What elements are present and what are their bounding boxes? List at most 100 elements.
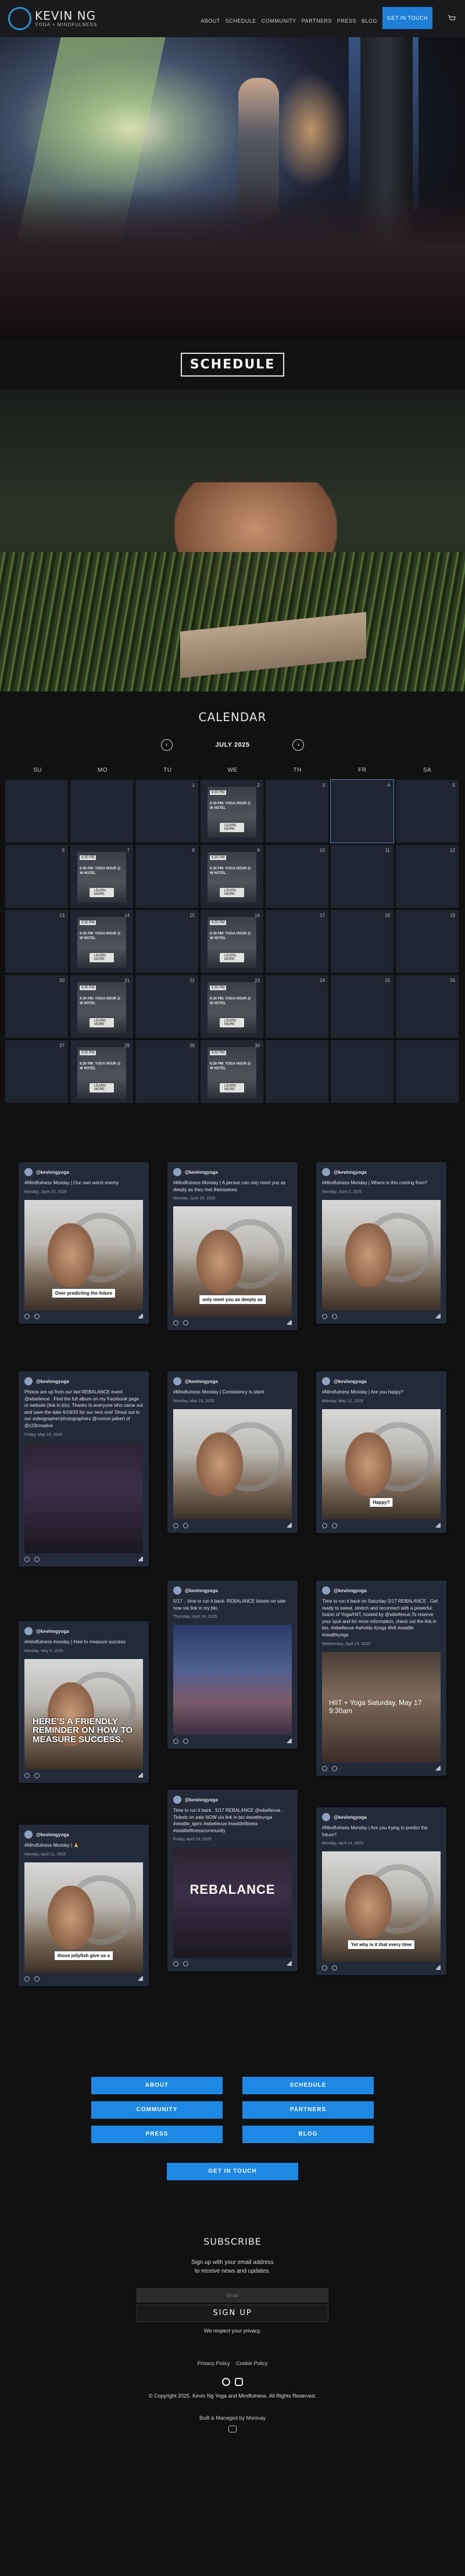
- instagram-post-card[interactable]: @kevinngyoga 5/17 .. time to run it back.…: [167, 1581, 298, 1749]
- instagram-post-card[interactable]: @kevinngyoga #Mindfulness Monday | A pers…: [167, 1162, 298, 1331]
- instagram-post-card[interactable]: @kevinngyoga #Mindfulness Monday | Our ow…: [19, 1162, 149, 1324]
- calendar-day-cell[interactable]: 13: [5, 910, 68, 973]
- like-icon[interactable]: [24, 1556, 30, 1562]
- calendar-day-cell[interactable]: 18: [331, 910, 394, 973]
- avatar[interactable]: [322, 1813, 330, 1821]
- like-icon[interactable]: [173, 1320, 178, 1326]
- calendar-day-cell[interactable]: 22: [135, 975, 198, 1038]
- comment-icon[interactable]: [34, 1313, 40, 1319]
- comment-icon[interactable]: [183, 1739, 188, 1744]
- share-icon[interactable]: [138, 1976, 143, 1981]
- post-handle[interactable]: @kevinngyoga: [334, 1170, 367, 1175]
- calendar-event[interactable]: 6:30 PM 6:30 PM: YOGA HOUR @ W HOTEL LEARN…: [77, 1047, 126, 1098]
- like-icon[interactable]: [322, 1765, 327, 1771]
- post-image[interactable]: HIIT + Yoga Saturday, May 17 9:30am: [322, 1651, 441, 1762]
- post-image[interactable]: only meet you as deeply as: [173, 1206, 292, 1317]
- instagram-post-card[interactable]: @kevinngyoga #Mindfulness Monday | Where …: [316, 1162, 446, 1324]
- event-learn-more-button[interactable]: LEARN MORE: [90, 1018, 114, 1027]
- like-icon[interactable]: [173, 1739, 178, 1744]
- instagram-post-card[interactable]: @kevinngyoga #Mindfulness Monday | Are yo…: [316, 1807, 446, 1976]
- post-handle[interactable]: @kevinngyoga: [36, 1629, 69, 1634]
- calendar-day-cell[interactable]: 23 6:30 PM 6:30 PM: YOGA HOUR @ W HOTEL LEA…: [201, 975, 263, 1038]
- like-icon[interactable]: [322, 1965, 327, 1971]
- like-icon[interactable]: [24, 1772, 30, 1778]
- comment-icon[interactable]: [332, 1765, 337, 1771]
- nav-blog[interactable]: BLOG: [362, 18, 377, 24]
- comment-icon[interactable]: [332, 1522, 337, 1528]
- calendar-event[interactable]: 6:30 PM 6:30 PM: YOGA HOUR @ W HOTEL LEARN…: [208, 852, 256, 903]
- footer-get-in-touch-button[interactable]: GET IN TOUCH: [167, 2163, 298, 2180]
- avatar[interactable]: [322, 1168, 330, 1176]
- calendar-event[interactable]: 6:30 PM 6:30 PM: YOGA HOUR @ W HOTEL LEARN…: [208, 1047, 256, 1098]
- calendar-day-cell[interactable]: 21 6:30 PM 6:30 PM: YOGA HOUR @ W HOTEL LEA…: [70, 975, 133, 1038]
- event-learn-more-button[interactable]: LEARN MORE: [220, 953, 244, 962]
- avatar[interactable]: [24, 1168, 33, 1176]
- comment-icon[interactable]: [34, 1976, 40, 1982]
- share-icon[interactable]: [436, 1765, 441, 1771]
- share-icon[interactable]: [138, 1556, 143, 1561]
- sign-up-button[interactable]: SIGN UP: [137, 2305, 328, 2322]
- share-icon[interactable]: [138, 1772, 143, 1778]
- event-learn-more-button[interactable]: LEARN MORE: [220, 1018, 244, 1027]
- share-icon[interactable]: [436, 1313, 441, 1319]
- like-icon[interactable]: [24, 1976, 30, 1982]
- get-in-touch-button[interactable]: GET IN TOUCH: [382, 7, 432, 29]
- calendar-day-cell[interactable]: 4: [330, 779, 394, 843]
- calendar-day-cell[interactable]: 6: [5, 845, 68, 908]
- calendar-day-cell[interactable]: [331, 1040, 394, 1103]
- share-icon[interactable]: [138, 1313, 143, 1319]
- post-image[interactable]: HERE'S A FRIENDLY REMINDER ON HOW TO MEA…: [24, 1658, 143, 1769]
- monivay-logo-icon[interactable]: [228, 2425, 237, 2432]
- privacy-policy-link[interactable]: Privacy Policy: [197, 2360, 230, 2366]
- calendar-event[interactable]: 6:30 PM 6:30 PM: YOGA HOUR @ W HOTEL LEARN…: [77, 852, 126, 903]
- like-icon[interactable]: [173, 1522, 178, 1528]
- avatar[interactable]: [173, 1586, 181, 1595]
- nav-about[interactable]: ABOUT: [201, 18, 220, 24]
- instagram-post-card[interactable]: @kevinngyoga #Mindfulness Monday | Are yo…: [316, 1371, 446, 1533]
- post-handle[interactable]: @kevinngyoga: [185, 1588, 218, 1593]
- cookie-policy-link[interactable]: Cookie Policy: [236, 2360, 268, 2366]
- calendar-day-cell[interactable]: 5: [396, 780, 459, 843]
- avatar[interactable]: [24, 1830, 33, 1839]
- avatar[interactable]: [322, 1377, 330, 1385]
- avatar[interactable]: [24, 1377, 33, 1385]
- post-handle[interactable]: @kevinngyoga: [334, 1379, 367, 1384]
- post-handle[interactable]: @kevinngyoga: [36, 1379, 69, 1384]
- chevron-left-icon[interactable]: ‹: [160, 739, 173, 751]
- calendar-day-cell[interactable]: 1: [135, 780, 198, 843]
- comment-icon[interactable]: [183, 1961, 188, 1967]
- like-icon[interactable]: [173, 1961, 178, 1967]
- instagram-post-card[interactable]: @kevinngyoga Time to run it back.. 5/17 R…: [167, 1790, 298, 1972]
- event-learn-more-button[interactable]: LEARN MORE: [90, 1083, 114, 1092]
- avatar[interactable]: [173, 1168, 181, 1176]
- site-logo[interactable]: KEVIN NG YOGA + MINDFULNESS: [8, 7, 97, 30]
- calendar-day-cell[interactable]: 28 6:30 PM 6:30 PM: YOGA HOUR @ W HOTEL LEA…: [70, 1040, 133, 1103]
- post-image[interactable]: those jellyfish give us a: [24, 1862, 143, 1973]
- chevron-right-icon[interactable]: ›: [292, 739, 305, 751]
- comment-icon[interactable]: [183, 1522, 188, 1528]
- calendar-day-cell[interactable]: 9 6:30 PM 6:30 PM: YOGA HOUR @ W HOTEL LEAR…: [201, 845, 263, 908]
- comment-icon[interactable]: [183, 1320, 188, 1326]
- post-image[interactable]: [322, 1199, 441, 1310]
- instagram-post-card[interactable]: @kevinngyoga #mindfulness monday | How to…: [19, 1621, 149, 1783]
- calendar-event[interactable]: 6:30 PM 6:30 PM: YOGA HOUR @ W HOTEL LEARN…: [208, 917, 256, 968]
- calendar-day-cell[interactable]: 8: [135, 845, 198, 908]
- footer-schedule-button[interactable]: SCHEDULE: [242, 2077, 374, 2094]
- post-image[interactable]: REBALANCE: [173, 1847, 292, 1958]
- post-image[interactable]: Happy?: [322, 1409, 441, 1520]
- calendar-day-cell[interactable]: 16 6:30 PM 6:30 PM: YOGA HOUR @ W HOTEL LEA…: [201, 910, 263, 973]
- like-icon[interactable]: [322, 1522, 327, 1528]
- calendar-day-cell[interactable]: [70, 780, 133, 843]
- post-image[interactable]: Over predicting the future: [24, 1199, 143, 1310]
- calendar-day-cell[interactable]: 11: [331, 845, 394, 908]
- calendar-event[interactable]: 6:30 PM 6:30 PM: YOGA HOUR @ W HOTEL LEARN…: [208, 982, 256, 1033]
- instagram-post-card[interactable]: @kevinngyoga #Mindfulness Monday | Consis…: [167, 1371, 298, 1533]
- instagram-post-card[interactable]: @kevinngyoga #Mindfulness Monday | 🙏 Monda…: [19, 1825, 149, 1986]
- post-image[interactable]: [173, 1625, 292, 1736]
- event-learn-more-button[interactable]: LEARN MORE: [220, 888, 244, 897]
- nav-schedule[interactable]: SCHEDULE: [226, 18, 256, 24]
- nav-partners[interactable]: PARTNERS: [302, 18, 332, 24]
- calendar-day-cell[interactable]: 12: [396, 845, 459, 908]
- avatar[interactable]: [322, 1586, 330, 1595]
- calendar-day-cell[interactable]: 7 6:30 PM 6:30 PM: YOGA HOUR @ W HOTEL LEAR…: [70, 845, 133, 908]
